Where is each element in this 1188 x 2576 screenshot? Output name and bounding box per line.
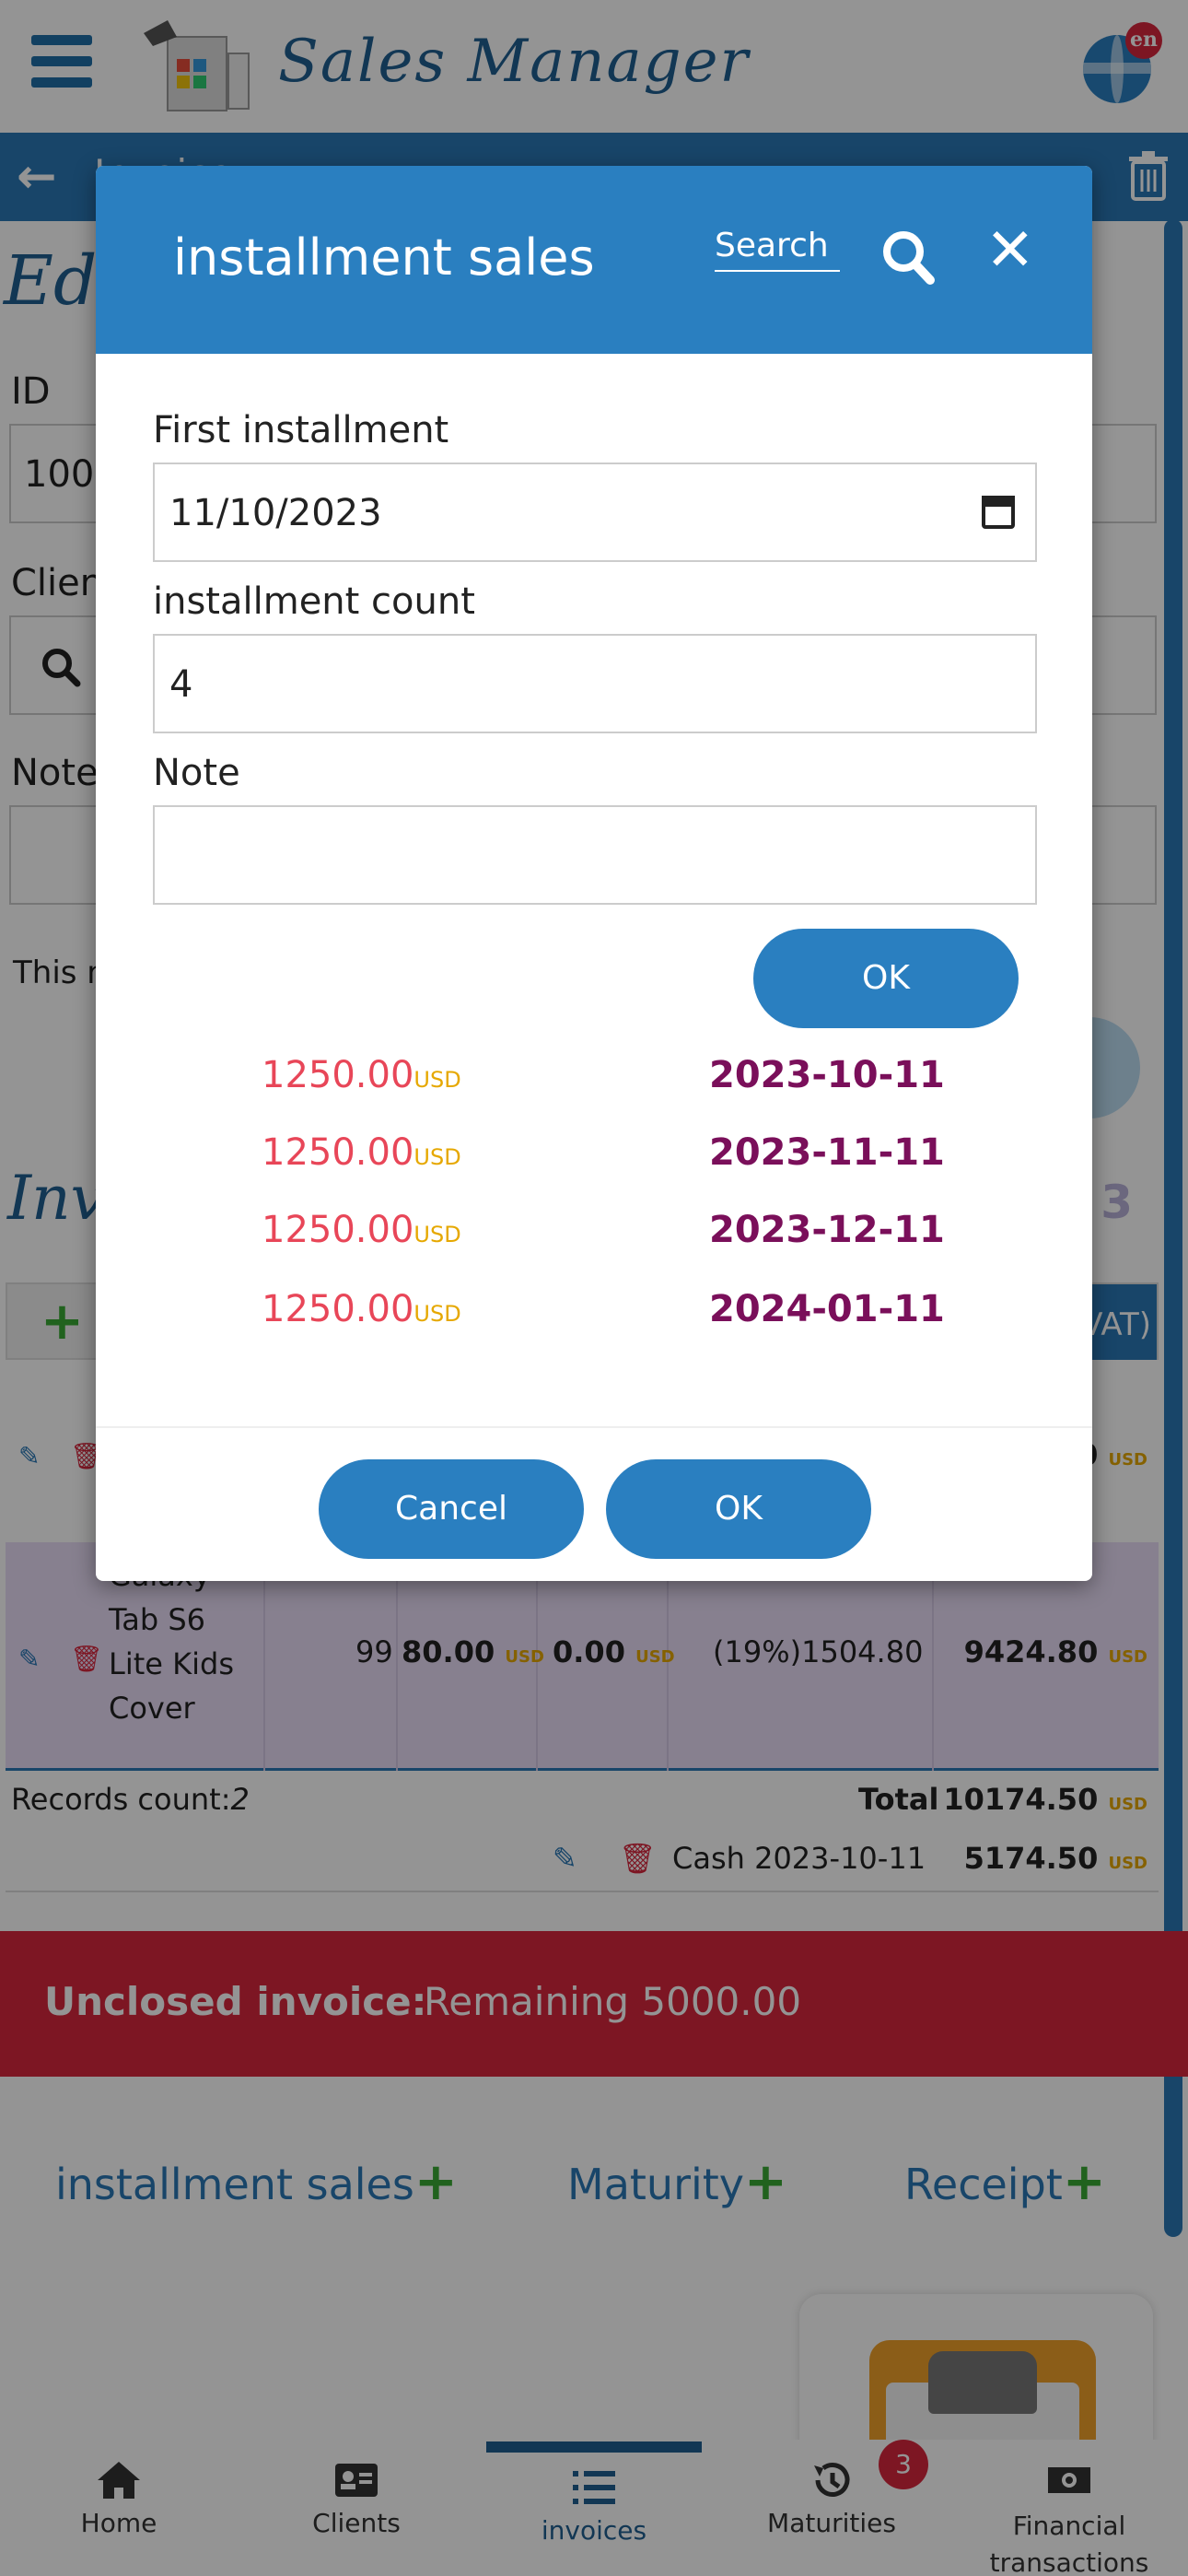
- calendar-icon[interactable]: [982, 496, 1015, 529]
- installment-sales-modal: installment sales Search ✕ First install…: [96, 166, 1092, 1581]
- installment-amount: 1250.00USD: [262, 1288, 461, 1330]
- installment-amount: 1250.00USD: [262, 1131, 461, 1174]
- installment-date: 2023-12-11: [709, 1209, 945, 1251]
- modal-footer-divider: [96, 1426, 1092, 1428]
- modal-search-input[interactable]: Search: [715, 227, 840, 272]
- cancel-button[interactable]: Cancel: [319, 1459, 584, 1559]
- modal-note-label: Note: [153, 752, 240, 794]
- ok-button[interactable]: OK: [606, 1459, 871, 1559]
- installment-count-label: installment count: [153, 580, 475, 623]
- installment-date: 2024-01-11: [709, 1288, 945, 1330]
- modal-title: installment sales: [173, 228, 595, 287]
- installment-count-input[interactable]: 4: [153, 634, 1037, 733]
- modal-note-input[interactable]: [153, 805, 1037, 905]
- installment-amount: 1250.00USD: [262, 1209, 461, 1251]
- search-icon[interactable]: [880, 228, 936, 286]
- calculate-ok-button[interactable]: OK: [753, 929, 1019, 1028]
- first-installment-date-input[interactable]: 11/10/2023: [153, 463, 1037, 562]
- modal-header: installment sales Search ✕: [96, 166, 1092, 354]
- close-icon[interactable]: ✕: [985, 221, 1035, 280]
- first-installment-label: First installment: [153, 409, 449, 451]
- installment-date: 2023-10-11: [709, 1054, 945, 1096]
- installment-date: 2023-11-11: [709, 1131, 945, 1174]
- installment-amount: 1250.00USD: [262, 1054, 461, 1096]
